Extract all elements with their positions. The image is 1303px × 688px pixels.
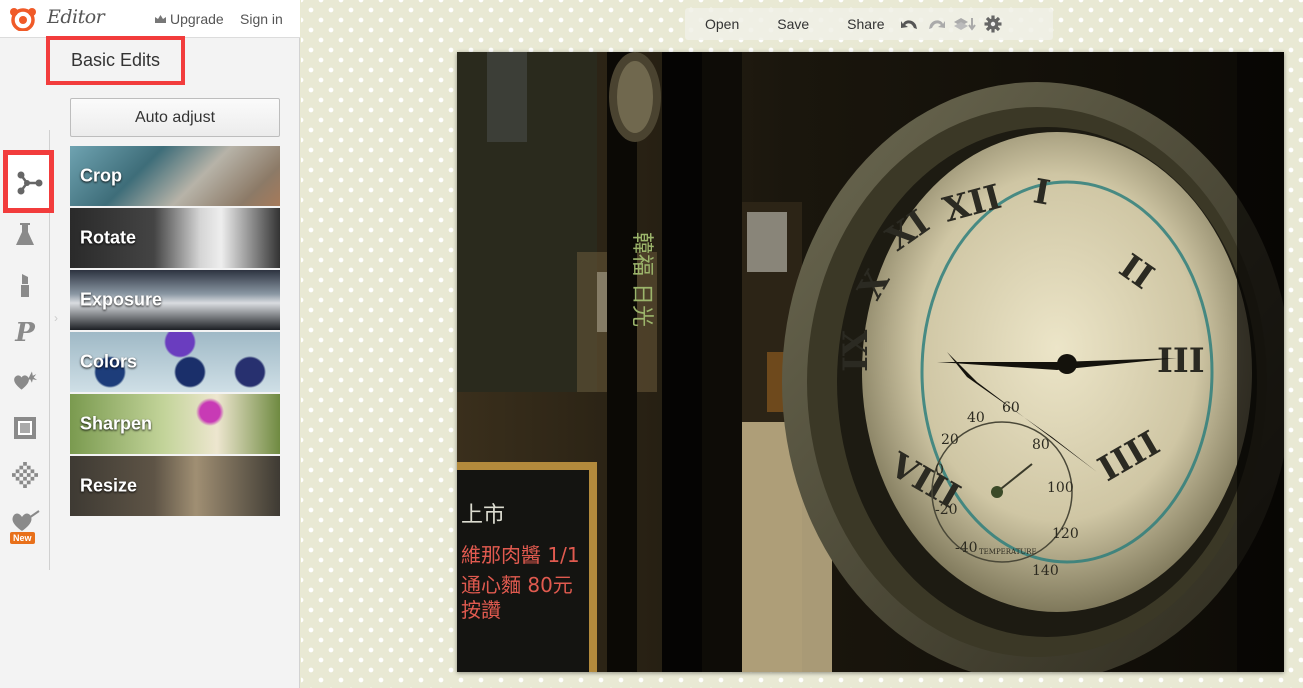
edit-panel: Editor Upgrade Sign in Basic Edits Auto … [0,0,300,688]
tool-sharpen[interactable]: Sharpen [70,394,280,454]
temp-80: 80 [1032,437,1050,453]
new-badge: New [10,532,35,544]
layers-icon[interactable] [951,10,979,38]
nodes-icon [17,171,42,194]
sign-line-2: 維那肉醬 1/1 [461,543,580,567]
svg-text:韓福 日光: 韓福 日光 [629,232,654,327]
temp-100: 100 [1047,480,1074,496]
temp-scale-label: TEMPERATURE [979,548,1037,556]
rail-effects[interactable] [12,222,38,248]
tool-sharpen-label: Sharpen [80,413,153,434]
section-title: Basic Edits [46,36,185,85]
upgrade-label: Upgrade [170,11,224,27]
category-rail: › P New [0,130,58,570]
flask-icon [16,223,34,245]
tool-colors-label: Colors [80,351,138,372]
tool-rotate[interactable]: Rotate [70,208,280,268]
temp-40: 40 [967,410,985,426]
redo-icon[interactable] [923,10,951,38]
sign-line-3: 通心麵 80元 [461,573,573,597]
texture-icon [12,462,38,488]
sign-line-4: 按讚 [461,598,501,622]
undo-icon[interactable] [895,10,923,38]
app-title: Editor [47,6,105,28]
tool-exposure[interactable]: Exposure [70,270,280,330]
heart-arrow-icon [12,510,40,531]
top-bar: Editor Upgrade Sign in [0,0,300,38]
temp-60: 60 [1002,400,1020,416]
rail-basic-edits[interactable] [3,150,54,213]
photo-canvas[interactable]: 韓福 日光 上市 維那肉醬 1/1 通心麵 80元 按讚 XII I II II… [457,52,1284,672]
logo-icon[interactable] [8,5,38,31]
rail-text[interactable]: P [12,318,38,348]
gear-icon[interactable] [979,10,1007,38]
rail-textures[interactable] [12,462,38,488]
clock-photo: 韓福 日光 上市 維那肉醬 1/1 通心麵 80元 按讚 XII I II II… [457,52,1284,672]
rail-seasonal[interactable]: New [10,510,40,544]
temp-120: 120 [1052,526,1079,542]
rail-frames[interactable] [12,415,38,441]
temp-20: 20 [941,432,959,448]
rail-touch-up[interactable] [12,272,38,298]
sign-line-1: 上市 [461,503,505,528]
canvas-toolbar: Open Save Share [685,8,1053,40]
letter-p-icon: P [15,318,35,348]
tool-rotate-label: Rotate [80,227,137,248]
tool-colors[interactable]: Colors [70,332,280,392]
svg-text:IX: IX [836,329,876,372]
tool-resize-label: Resize [80,475,138,496]
frame-icon [14,417,36,439]
crown-icon [155,15,166,23]
temp-0: 0 [935,462,944,478]
share-button[interactable]: Share [837,16,894,32]
tool-crop-label: Crop [80,165,122,186]
tool-exposure-label: Exposure [80,289,163,310]
chevron-right-icon: › [54,311,58,325]
temp-neg40: -40 [955,540,978,556]
temp-neg20: -20 [935,502,958,518]
upgrade-link[interactable]: Upgrade [154,11,224,27]
open-button[interactable]: Open [695,16,749,32]
section-title-label: Basic Edits [70,50,161,70]
tool-resize[interactable]: Resize [70,456,280,516]
save-button[interactable]: Save [767,16,819,32]
temp-140: 140 [1032,563,1059,579]
canvas-area: Open Save Share 韓福 日光 上市 維那肉醬 1/1 通心麵 80… [301,0,1303,688]
sign-in-link[interactable]: Sign in [240,11,283,27]
rail-overlays[interactable] [12,368,38,394]
heart-splat-icon [14,371,38,390]
auto-adjust-button[interactable]: Auto adjust [70,98,280,137]
tool-crop[interactable]: Crop [70,146,280,206]
lipstick-icon [21,274,29,297]
svg-text:III: III [1157,341,1205,381]
